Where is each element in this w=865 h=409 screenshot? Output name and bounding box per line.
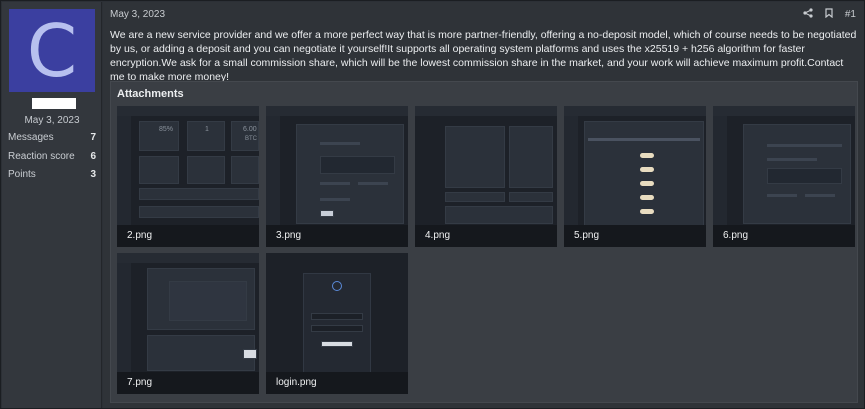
attachment-thumbnail[interactable]: 85% 1 6.00 BTC 2.png [117,106,259,247]
attachment-thumbnail[interactable]: login.png [266,253,408,394]
thumb-ui [564,116,578,226]
thumb-ui [117,106,259,116]
thumb-ui [767,144,842,147]
post-actions: #1 [803,8,856,21]
thumb-ui [321,341,353,347]
thumb-ui [805,194,835,197]
attachment-filename[interactable]: 2.png [117,225,259,247]
attachment-filename[interactable]: 6.png [713,225,855,247]
thumb-ui [640,181,654,186]
attachment-thumbnail[interactable]: 6.png [713,106,855,247]
thumb-ui [767,158,817,161]
stat-messages: Messages 7 [8,132,96,143]
thumb-ui [320,198,350,201]
thumb-ui [117,253,259,263]
post-text: We are a new service provider and we off… [110,29,857,83]
thumb-ui [767,194,797,197]
thumb-ui [117,116,131,226]
thumb-ui [296,124,404,224]
stat-value: 3 [90,169,96,180]
thumb-ui [320,182,350,185]
join-date: May 3, 2023 [24,115,80,126]
attachments-block: Attachments 85% 1 6.00 BTC 2.png 3.png 4… [110,81,858,403]
thumb-ui [332,281,342,291]
thumb-ui [640,209,654,214]
avatar-letter: C [26,8,78,93]
thumb-ui [187,156,225,184]
thumb-ui [640,167,654,172]
thumb-ui [311,313,363,320]
stat-label: Messages [8,132,54,143]
post-container: C May 3, 2023 Messages 7 Reaction score … [0,0,865,409]
bookmark-icon[interactable] [825,8,833,21]
thumb-ui [147,335,255,371]
attachment-thumbnail[interactable]: 7.png [117,253,259,394]
thumb-ui [358,182,388,185]
message-body: May 3, 2023 #1 We are a new service prov… [103,2,864,408]
attachment-thumbnail[interactable]: 3.png [266,106,408,247]
stat-label: Points [8,169,36,180]
thumb-ui [445,126,505,188]
thumb-ui [320,142,360,145]
stat-value: 6 [90,151,96,162]
avatar[interactable]: C [9,9,95,92]
attachments-title: Attachments [117,88,184,100]
thumb-ui [509,126,553,188]
thumb-ui [640,195,654,200]
thumb-ui [169,281,247,321]
post-date[interactable]: May 3, 2023 [110,9,165,20]
thumb-ui: BTC [245,136,257,142]
thumb-ui [713,106,855,116]
attachment-thumbnail[interactable]: 4.png [415,106,557,247]
thumb-ui [445,192,505,202]
thumb-ui [713,116,727,226]
username-redacted[interactable] [32,98,76,109]
thumb-ui [139,188,259,200]
post-number[interactable]: #1 [845,9,856,20]
attachment-filename[interactable]: 3.png [266,225,408,247]
thumb-ui [117,263,131,373]
thumb-ui [243,349,257,359]
attachment-thumbnail[interactable]: 5.png [564,106,706,247]
thumb-ui [640,153,654,158]
thumb-ui: 6.00 [243,126,257,133]
stat-value: 7 [90,132,96,143]
stat-label: Reaction score [8,151,75,162]
thumb-ui [266,116,280,226]
thumb-ui: 85% [159,126,174,133]
attachment-filename[interactable]: 7.png [117,372,259,394]
thumb-ui [445,206,553,224]
attachment-filename[interactable]: 4.png [415,225,557,247]
thumb-ui [564,106,706,116]
thumb-ui [266,106,408,116]
attachment-filename[interactable]: 5.png [564,225,706,247]
thumb-ui [231,156,259,184]
thumb-ui: 1 [205,126,209,133]
thumb-ui [767,168,842,184]
stat-points: Points 3 [8,169,96,180]
thumb-ui [320,210,334,217]
attachment-filename[interactable]: login.png [266,372,408,394]
share-icon[interactable] [803,8,813,21]
thumb-ui [320,156,395,174]
thumb-ui [509,192,553,202]
thumb-ui [415,106,557,116]
user-panel: C May 3, 2023 Messages 7 Reaction score … [2,2,102,408]
thumb-ui [139,156,179,184]
thumb-ui [139,206,259,218]
thumb-ui [311,325,363,332]
thumb-ui [588,138,700,141]
stat-reaction-score: Reaction score 6 [8,151,96,162]
